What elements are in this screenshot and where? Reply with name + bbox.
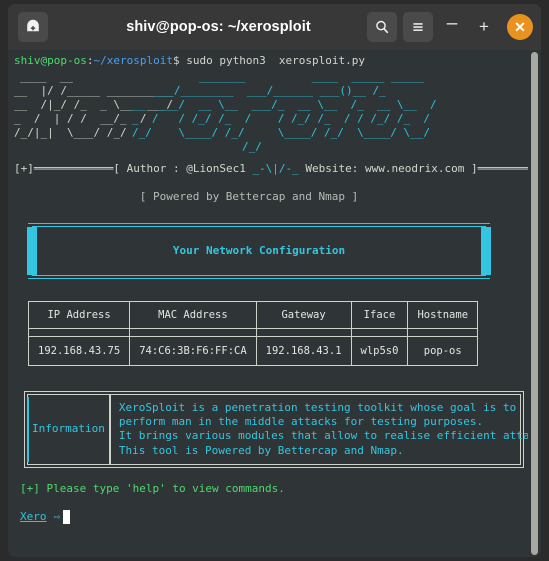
terminal-cursor[interactable]: [63, 510, 71, 525]
window-titlebar: shiv@pop-os: ~/xerosploit – + ✕: [8, 4, 541, 50]
author-text-post: Website: www.neodrix.com ]: [298, 162, 478, 176]
powered-by-line: [ Powered by Bettercap and Nmap ]: [139, 190, 359, 204]
information-left-accent-bar: [27, 397, 29, 462]
netbox-border-bottom-inner: [32, 274, 486, 276]
information-label: Information: [32, 422, 105, 436]
banner-cyan-line-1: ___/________ ___/______ ___()__ /_: [154, 84, 386, 98]
table-spacer-row: [27, 327, 479, 337]
prompt-arrow-icon: ⇨: [53, 510, 61, 524]
author-line: [+]════════════[ Author : @LionSec1 _-\|…: [14, 162, 541, 176]
author-text-pre: [ Author : @LionSec1: [113, 162, 253, 176]
network-config-title: Your Network Configuration: [172, 243, 346, 257]
banner-white-line-3: _ / | / / __/_ /: [14, 112, 147, 126]
cell-gateway: 192.168.43.1: [255, 335, 352, 367]
shell-command-line: shiv@pop-os:~/xerosploit$ sudo python3 x…: [14, 54, 528, 68]
banner-cyan-line-5: /_/: [242, 140, 262, 154]
spacer-cell: [407, 327, 479, 337]
cell-mac-address: 74:C6:3B:F6:FF:CA: [129, 335, 257, 367]
terminal-body[interactable]: shiv@pop-os:~/xerosploit$ sudo python3 x…: [8, 50, 541, 557]
author-left-bracket: [+]: [14, 162, 34, 176]
netbox-border-bottom-outer: [28, 277, 490, 279]
xero-prompt-label: Xero: [20, 510, 47, 524]
new-terminal-button[interactable]: [18, 12, 48, 42]
terminal-scrollbar-thumb[interactable]: [531, 52, 538, 555]
information-text: XeroSploit is a penetration testing tool…: [118, 401, 541, 457]
cell-ip-address: 192.168.43.75: [27, 335, 131, 367]
hamburger-menu-icon: [413, 23, 423, 31]
spacer-cell: [129, 327, 257, 337]
prompt-dollar: $: [172, 54, 180, 67]
close-button[interactable]: ✕: [507, 14, 533, 40]
minimize-button[interactable]: –: [439, 12, 465, 42]
netbox-border-top-inner: [32, 225, 486, 227]
banner-white-line-4: /_/|_| \___/ /_/: [14, 126, 127, 140]
author-rule-left: ════════════: [33, 162, 114, 176]
table-row: 192.168.43.75 74:C6:3B:F6:FF:CA 192.168.…: [27, 335, 479, 367]
terminal-window: shiv@pop-os: ~/xerosploit – + ✕ shiv@pop…: [0, 0, 549, 561]
information-text-cell: XeroSploit is a penetration testing tool…: [109, 395, 541, 464]
xero-prompt-line[interactable]: Xero ⇨: [20, 510, 528, 525]
cell-iface: wlp5s0: [350, 335, 409, 367]
column-header-mac-address: MAC Address: [129, 300, 257, 329]
maximize-button[interactable]: +: [471, 12, 497, 42]
search-icon: [376, 20, 389, 34]
network-info-table: IP Address MAC Address Gateway Iface Hos…: [27, 300, 479, 367]
terminal-content: shiv@pop-os:~/xerosploit$ sudo python3 x…: [8, 50, 541, 557]
search-button[interactable]: [367, 12, 397, 42]
author-decoration: _-\|/-_: [252, 162, 299, 176]
spacer-cell: [350, 327, 409, 337]
column-header-iface: Iface: [350, 300, 409, 329]
banner-cyan-line-2: __ ___/ __ \__ ___/_ __ \__ /_ __ \__ /: [132, 98, 437, 112]
netbox-border-top-outer: [28, 222, 490, 224]
cell-hostname: pop-os: [407, 335, 479, 367]
help-hint-line: [+] Please type 'help' to view commands.: [20, 481, 285, 495]
banner-cyan-line-0: _______ ____ _____ _____: [199, 70, 425, 84]
spacer-cell: [27, 327, 131, 337]
ascii-art-banner: ____ __ __ |/ /_____ __________ __ /|_/ …: [14, 70, 528, 153]
prompt-path: ~/xerosploit: [93, 54, 173, 67]
shell-command: sudo python3 xerosploit.py: [179, 54, 366, 67]
banner-white-line-0: ____ __: [20, 70, 73, 84]
banner-cyan-line-3: _ / / /_/ /_ / / /_/ /_ / / /_/ /_ /: [132, 112, 431, 126]
information-label-cell: Information: [27, 395, 110, 464]
menu-button[interactable]: [403, 12, 433, 42]
spacer-cell: [255, 327, 352, 337]
terminal-scrollbar-track[interactable]: [528, 50, 541, 557]
network-config-box: Your Network Configuration: [24, 222, 494, 279]
column-header-ip-address: IP Address: [27, 300, 131, 329]
information-box: Information XeroSploit is a penetration …: [24, 391, 541, 468]
banner-cyan-line-4: /_/ \____/ /_/ \____/ /_/ \____/ \__/: [132, 126, 431, 140]
banner-white-line-1: __ |/ /_____ __________: [14, 84, 173, 98]
new-terminal-icon: [27, 19, 39, 32]
table-header-row: IP Address MAC Address Gateway Iface Hos…: [27, 300, 479, 329]
column-header-gateway: Gateway: [255, 300, 352, 329]
prompt-user-host: shiv@pop-os: [14, 54, 87, 67]
titlebar-controls: – + ✕: [367, 12, 533, 42]
information-box-inner: Information XeroSploit is a penetration …: [27, 394, 541, 465]
column-header-hostname: Hostname: [407, 300, 479, 329]
window-title: shiv@pop-os: ~/xerosploit: [126, 19, 311, 35]
